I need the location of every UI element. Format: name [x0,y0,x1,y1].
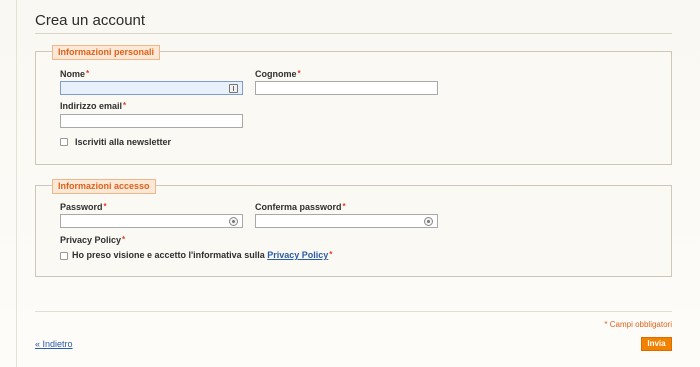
email-input[interactable] [60,114,243,128]
last-name-label: Cognome* [255,69,301,79]
email-required-mark: * [123,101,127,110]
password-required-mark: * [103,202,107,211]
privacy-policy-required-mark: * [122,235,126,244]
first-name-label: Nome* [60,69,89,79]
personal-info-fieldset: Informazioni personali Nome* Cognome* In… [35,45,672,165]
back-link[interactable]: « Indietro [35,339,73,349]
email-label-text: Indirizzo email [60,101,123,111]
autofill-card-icon[interactable] [229,84,238,93]
confirm-password-label-text: Conferma password [255,202,342,212]
title-divider [35,33,672,34]
access-info-fieldset: Informazioni accesso Password* Conferma … [35,179,672,277]
confirm-password-key-icon[interactable] [424,217,433,226]
footer-divider [35,311,672,312]
last-name-required-mark: * [297,69,301,78]
privacy-consent-text[interactable]: Ho preso visione e accetto l'informativa… [72,250,265,260]
privacy-policy-label: Privacy Policy* [60,235,125,245]
access-info-legend: Informazioni accesso [52,179,156,194]
privacy-policy-label-text: Privacy Policy [60,235,122,245]
password-key-icon[interactable] [229,217,238,226]
first-name-label-text: Nome [60,69,86,79]
last-name-input[interactable] [255,81,438,95]
privacy-consent-label: Ho preso visione e accetto l'informativa… [72,250,332,260]
privacy-consent-required-mark: * [329,250,333,259]
first-name-required-mark: * [86,69,90,78]
newsletter-label[interactable]: Iscriviti alla newsletter [75,137,171,147]
first-name-input[interactable] [60,81,243,95]
email-label: Indirizzo email* [60,101,126,111]
submit-button[interactable]: Invia [641,337,672,351]
password-input[interactable] [60,214,243,228]
password-label: Password* [60,202,107,212]
page-title: Crea un account [35,12,146,29]
privacy-checkbox[interactable] [60,252,68,260]
last-name-label-text: Cognome [255,69,297,79]
confirm-password-required-mark: * [342,202,346,211]
privacy-policy-link[interactable]: Privacy Policy [267,250,328,260]
personal-info-legend: Informazioni personali [52,45,161,60]
left-border [16,0,17,367]
newsletter-checkbox[interactable] [60,138,68,146]
password-label-text: Password [60,202,103,212]
required-fields-note: * Campi obbligatori [604,320,672,329]
confirm-password-input[interactable] [255,214,438,228]
page: Crea un account Informazioni personali N… [0,0,700,367]
confirm-password-label: Conferma password* [255,202,346,212]
